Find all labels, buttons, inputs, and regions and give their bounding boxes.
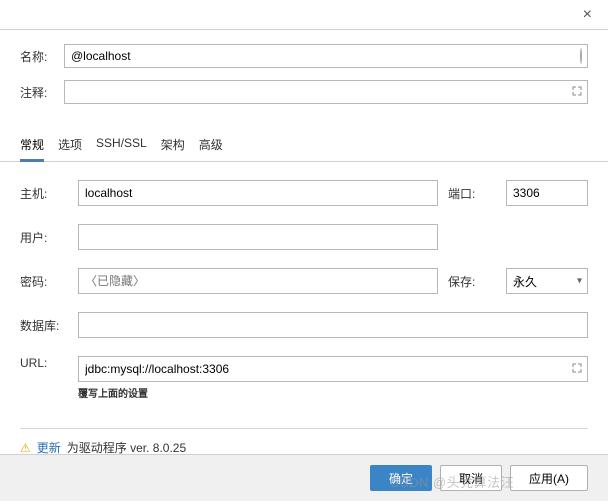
comment-input[interactable] [64,80,588,104]
ok-button[interactable]: 确定 [370,465,432,491]
host-label: 主机: [20,185,68,202]
port-label: 端口: [448,185,496,202]
button-bar: 确定 取消 应用(A) [0,454,608,501]
password-input[interactable] [78,268,438,294]
header-section: 名称: 注释: [0,30,608,126]
user-label: 用户: [20,229,68,246]
warning-icon: ⚠ [20,441,31,455]
url-label: URL: [20,356,68,370]
database-input[interactable] [78,312,588,338]
save-label: 保存: [448,273,496,290]
main-panel: 主机: 端口: 用户: 密码: 保存: ▾ 数据库: URL: 覆写上面的设置 [0,162,608,428]
tab-bar: 常规 选项 SSH/SSL 架构 高级 [0,126,608,162]
user-input[interactable] [78,224,438,250]
tab-schema[interactable]: 架构 [161,130,185,161]
port-input[interactable] [506,180,588,206]
database-label: 数据库: [20,317,68,334]
save-select[interactable] [506,268,588,294]
tab-general[interactable]: 常规 [20,130,44,161]
tab-options[interactable]: 选项 [58,130,82,161]
password-label: 密码: [20,273,68,290]
url-hint: 覆写上面的设置 [78,385,588,400]
titlebar: × [0,0,608,30]
tab-ssh-ssl[interactable]: SSH/SSL [96,130,147,161]
close-icon[interactable]: × [577,6,598,24]
name-label: 名称: [20,48,64,65]
comment-label: 注释: [20,84,64,101]
tab-advanced[interactable]: 高级 [199,130,223,161]
url-input[interactable] [78,356,588,382]
cancel-button[interactable]: 取消 [440,465,502,491]
host-input[interactable] [78,180,438,206]
name-input[interactable] [64,44,588,68]
apply-button[interactable]: 应用(A) [510,465,588,491]
